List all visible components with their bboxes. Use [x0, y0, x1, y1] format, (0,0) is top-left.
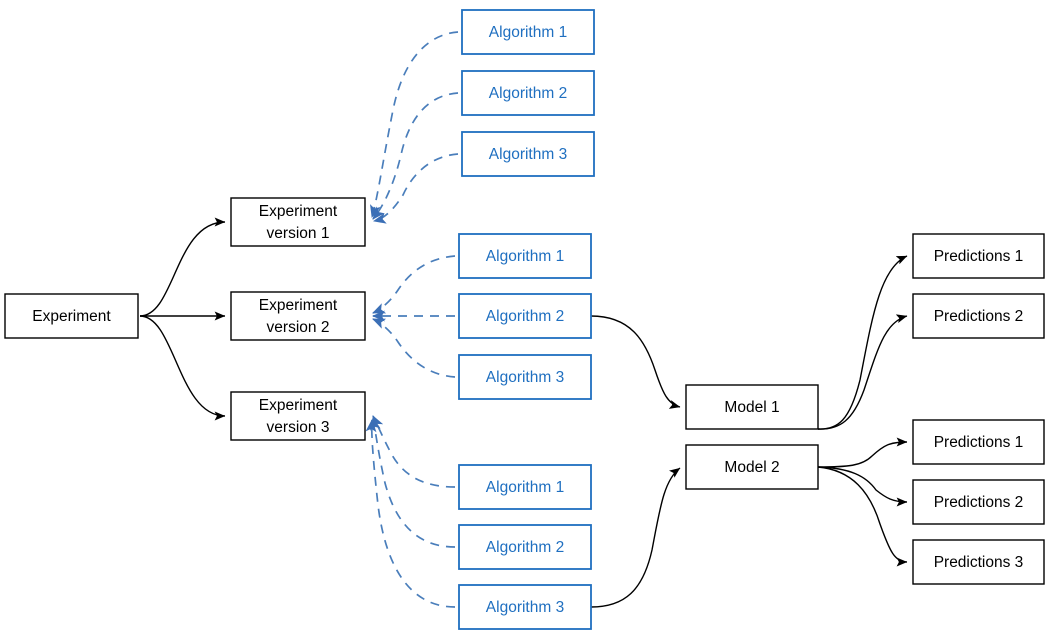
node-predictions-bottom-2[interactable]: Predictions 2 [912, 479, 1045, 525]
node-algorithm-middle-3[interactable]: Algorithm 3 [458, 354, 592, 400]
node-predictions-top-2[interactable]: Predictions 2 [912, 293, 1045, 339]
node-predictions-top-1[interactable]: Predictions 1 [912, 233, 1045, 279]
edge-algorithm-to-version1-2-connector [372, 92, 459, 220]
node-model-2-label: Model 2 [724, 459, 779, 476]
edge-algorithm-to-version3-2-connector [369, 416, 456, 548]
node-algorithm-top-2[interactable]: Algorithm 2 [461, 70, 595, 116]
node-predictions-top-1-label: Predictions 1 [934, 248, 1024, 265]
node-predictions-bottom-1[interactable]: Predictions 1 [912, 419, 1045, 465]
node-algorithm-middle-1[interactable]: Algorithm 1 [458, 233, 592, 279]
node-algorithm-bottom-1-label: Algorithm 1 [486, 479, 564, 496]
node-algorithm-middle-3-label: Algorithm 3 [486, 369, 564, 386]
node-experiment-version-1-label-line1: Experiment [259, 203, 338, 220]
node-algorithm-bottom-2-label: Algorithm 2 [486, 539, 564, 556]
node-predictions-bottom-3-label: Predictions 3 [934, 554, 1024, 571]
node-predictions-bottom-3[interactable]: Predictions 3 [912, 539, 1045, 585]
node-experiment-version-1[interactable]: Experiment version 1 [230, 197, 366, 247]
node-model-2[interactable]: Model 2 [685, 444, 819, 490]
node-algorithm-middle-2-label: Algorithm 2 [486, 308, 564, 325]
node-predictions-bottom-2-label: Predictions 2 [934, 494, 1024, 511]
node-model-1[interactable]: Model 1 [685, 384, 819, 430]
edge-algorithm-to-version2-1-connector [372, 255, 456, 314]
node-experiment-label: Experiment [32, 308, 111, 325]
node-algorithm-top-3[interactable]: Algorithm 3 [461, 131, 595, 177]
edge-algorithm-to-model-2-connector [590, 467, 681, 608]
node-algorithm-bottom-2[interactable]: Algorithm 2 [458, 524, 592, 570]
node-experiment-version-2-label-line1: Experiment [259, 297, 338, 314]
edge-algorithm-to-version3-3-connector [365, 418, 456, 608]
node-algorithm-bottom-1[interactable]: Algorithm 1 [458, 464, 592, 510]
edge-experiment-to-version-1-connector [139, 217, 226, 317]
edge-algorithm-to-version1-3-connector [373, 153, 459, 224]
edge-experiment-to-version-3-connector [139, 315, 226, 421]
node-algorithm-top-1[interactable]: Algorithm 1 [461, 9, 595, 55]
node-experiment[interactable]: Experiment [4, 293, 139, 339]
node-experiment-version-2-label-line2: version 2 [267, 319, 330, 336]
node-model-1-label: Model 1 [724, 399, 779, 416]
edge-algorithm-to-version2-3-connector [372, 318, 456, 378]
edge-model2-to-prediction-2-connector [817, 466, 908, 507]
edge-algorithm-to-model-1-connector [590, 315, 681, 409]
node-experiment-version-3-label-line1: Experiment [259, 397, 338, 414]
node-experiment-version-2[interactable]: Experiment version 2 [230, 291, 366, 341]
node-predictions-bottom-1-label: Predictions 1 [934, 434, 1024, 451]
edge-model1-to-prediction-2-connector [817, 314, 908, 430]
edge-model1-to-prediction-1-connector [817, 255, 908, 430]
edge-model2-to-prediction-3-connector [817, 466, 908, 567]
edge-algorithm-to-version1-1-connector [370, 31, 459, 218]
node-experiment-version-3-label-line2: version 3 [267, 419, 330, 436]
node-algorithm-middle-2[interactable]: Algorithm 2 [458, 293, 592, 339]
edge-algorithm-to-version3-1-connector [372, 415, 456, 488]
diagram-root: Experiment Experiment version 1 Experiment v… [0, 0, 1051, 640]
node-algorithm-bottom-3-label: Algorithm 3 [486, 599, 564, 616]
node-algorithm-top-1-label: Algorithm 1 [489, 24, 567, 41]
node-algorithm-top-2-label: Algorithm 2 [489, 85, 567, 102]
node-algorithm-middle-1-label: Algorithm 1 [486, 248, 564, 265]
node-predictions-top-2-label: Predictions 2 [934, 308, 1024, 325]
node-algorithm-top-3-label: Algorithm 3 [489, 146, 567, 163]
nodes-layer: Experiment Experiment version 1 Experiment v… [4, 9, 1045, 630]
node-algorithm-bottom-3[interactable]: Algorithm 3 [458, 584, 592, 630]
edge-model2-to-prediction-1-connector [817, 437, 908, 468]
flow-diagram-canvas: Experiment Experiment version 1 Experiment v… [4, 9, 1045, 630]
node-experiment-version-3[interactable]: Experiment version 3 [230, 391, 366, 441]
node-experiment-version-1-label-line2: version 1 [267, 225, 330, 242]
